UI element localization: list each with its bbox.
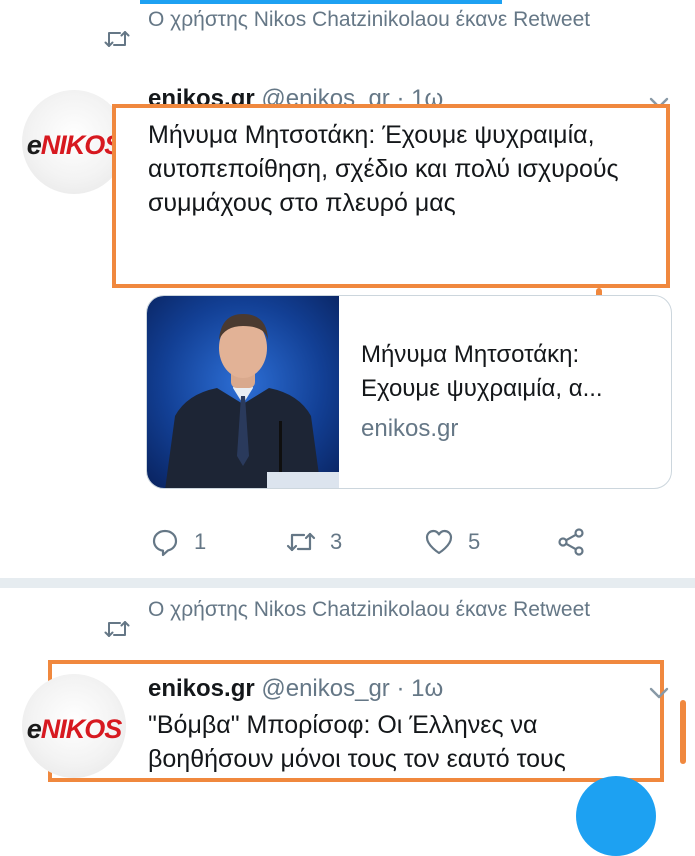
author-handle-time: @enikos_gr · 1ω xyxy=(261,675,444,702)
retweet-icon xyxy=(286,532,316,552)
card-subtitle: Εχουμε ψυχραιμία, α... xyxy=(361,375,603,402)
share-icon xyxy=(558,528,584,556)
like-icon xyxy=(425,529,453,555)
tweet-actions: 1 3 5 xyxy=(0,522,695,562)
avatar[interactable]: eNIKOS xyxy=(22,674,126,778)
tweet-text: "Βόμβα" Μπορίσοφ: Οι Έλληνες να βοηθήσου… xyxy=(148,711,566,773)
retweet-icon xyxy=(104,621,130,637)
card-title: Μήνυμα Μητσοτάκη: xyxy=(361,341,580,368)
avatar-logo: eNIKOS xyxy=(26,130,123,160)
compose-button[interactable] xyxy=(576,776,656,856)
retweet-icon xyxy=(104,31,130,47)
author-name[interactable]: enikos.gr xyxy=(148,675,255,702)
card-domain: enikos.gr xyxy=(361,415,459,442)
tweet-text: Μήνυμα Μητσοτάκη: Έχουμε ψυχραιμία, αυτο… xyxy=(148,121,619,217)
person-photo-image xyxy=(147,296,339,488)
like-button[interactable]: 5 xyxy=(424,522,480,562)
reply-icon xyxy=(152,529,178,557)
avatar[interactable]: eNIKOS xyxy=(22,90,126,194)
tweet-header: enikos.gr @enikos_gr · 1ω xyxy=(148,674,443,704)
retweet-context: Ο χρήστης Nikos Chatzinikolaou έκανε Ret… xyxy=(148,598,591,621)
reply-button[interactable]: 1 xyxy=(150,522,206,562)
avatar-logo: eNIKOS xyxy=(26,714,123,744)
card-thumbnail xyxy=(147,296,339,488)
retweet-context: Ο χρήστης Nikos Chatzinikolaou έκανε Ret… xyxy=(148,8,591,31)
retweet-button[interactable]: 3 xyxy=(286,522,342,562)
tweet-divider xyxy=(0,578,695,588)
share-button[interactable] xyxy=(556,522,600,562)
chevron-down-icon[interactable] xyxy=(648,686,670,700)
reply-count: 1 xyxy=(194,529,207,554)
retweet-count: 3 xyxy=(330,529,343,554)
link-card[interactable]: Μήνυμα Μητσοτάκη: Εχουμε ψυχραιμία, α...… xyxy=(146,295,672,489)
scroll-indicator[interactable] xyxy=(680,700,686,764)
like-count: 5 xyxy=(468,529,481,554)
